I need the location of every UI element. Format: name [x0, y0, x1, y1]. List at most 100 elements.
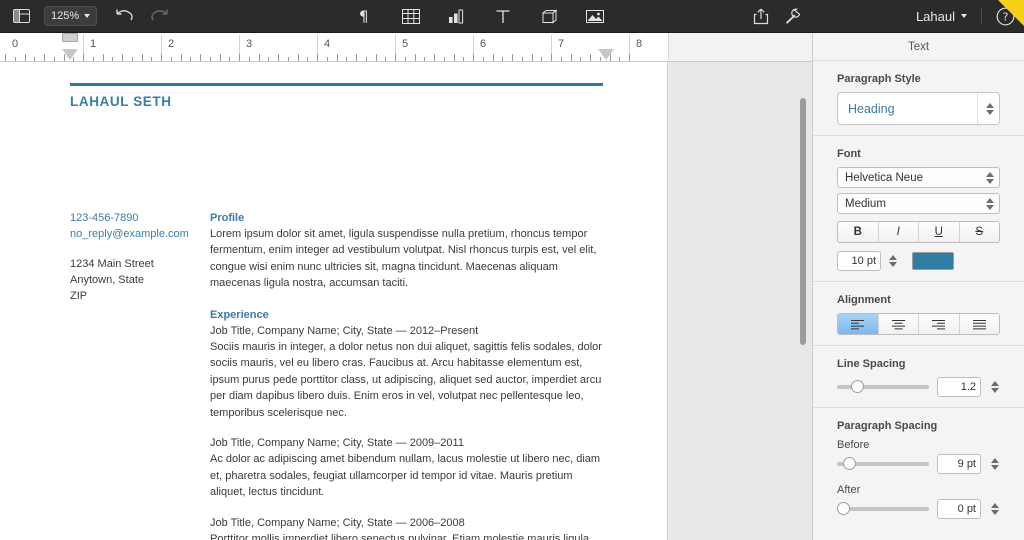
- paragraph-style-value: Heading: [848, 101, 895, 116]
- user-menu[interactable]: Lahaul: [916, 9, 971, 24]
- ruler-active-area[interactable]: 0 1 2 3 4 5 6 7 8: [0, 33, 668, 61]
- undo-icon[interactable]: [111, 4, 137, 28]
- line-spacing-label: Line Spacing: [837, 358, 906, 370]
- align-left-button[interactable]: [838, 314, 879, 334]
- job-body[interactable]: Porttitor mollis imperdiet libero senect…: [210, 531, 605, 540]
- font-family-select[interactable]: Helvetica Neue: [837, 167, 1000, 188]
- sidebar-layout-icon[interactable]: [8, 4, 34, 28]
- alignment-group: [837, 313, 1000, 335]
- chart-icon[interactable]: [444, 4, 470, 28]
- slider-knob[interactable]: [843, 457, 857, 470]
- job-title[interactable]: Job Title, Company Name; City, State — 2…: [210, 323, 605, 339]
- strikethrough-button[interactable]: S: [959, 222, 999, 242]
- text-box-icon[interactable]: [490, 4, 516, 28]
- job-body[interactable]: Sociis mauris in integer, a dolor netus …: [210, 339, 605, 421]
- stepper-up-icon[interactable]: [985, 171, 994, 177]
- align-center-button[interactable]: [878, 314, 919, 334]
- section-heading[interactable]: Profile: [210, 210, 605, 226]
- font-label: Font: [837, 148, 861, 160]
- toolbar-right-group: Lahaul ?: [748, 4, 1018, 28]
- stepper-down-icon[interactable]: [888, 262, 897, 267]
- document-page[interactable]: LAHAUL SETH 123-456-7890 no_reply@exampl…: [0, 62, 668, 540]
- bold-button[interactable]: B: [838, 222, 879, 242]
- contact-column: 123-456-7890 no_reply@example.com 1234 M…: [70, 210, 200, 304]
- stepper-up-icon[interactable]: [990, 503, 999, 508]
- email-address[interactable]: no_reply@example.com: [70, 226, 200, 242]
- font-size-value: 10 pt: [851, 255, 876, 267]
- ruler-number: 1: [90, 38, 97, 50]
- ruler-number: 3: [246, 38, 253, 50]
- address-line: 1234 Main Street: [70, 258, 154, 270]
- zoom-selector[interactable]: 125%: [44, 6, 98, 26]
- paragraph-mark-icon[interactable]: ¶: [352, 4, 378, 28]
- job-title[interactable]: Job Title, Company Name; City, State — 2…: [210, 435, 605, 451]
- section-body[interactable]: Lorem ipsum dolor sit amet, ligula suspe…: [210, 226, 605, 292]
- stepper-up-icon[interactable]: [985, 102, 994, 108]
- wrench-icon[interactable]: [780, 4, 806, 28]
- align-right-button[interactable]: [919, 314, 960, 334]
- media-icon[interactable]: [582, 4, 608, 28]
- slider-knob[interactable]: [851, 380, 865, 393]
- spacing-before-row: 9 pt: [837, 454, 1000, 474]
- paragraph-style-label: Paragraph Style: [837, 73, 921, 85]
- redo-icon[interactable]: [147, 4, 173, 28]
- app-window: 125% ¶ Lahaul ? 0 1 2 3 4 5 6 7 8 LAHAUL…: [0, 0, 1024, 540]
- stepper-down-icon[interactable]: [990, 465, 999, 470]
- spacing-after-stepper[interactable]: [989, 503, 1000, 515]
- stepper-up-icon[interactable]: [990, 458, 999, 463]
- font-size-input[interactable]: 10 pt: [837, 251, 881, 271]
- align-justify-button[interactable]: [959, 314, 999, 334]
- font-weight-select[interactable]: Medium: [837, 193, 1000, 214]
- ruler-number: 4: [324, 38, 331, 50]
- ruler[interactable]: 0 1 2 3 4 5 6 7 8: [0, 33, 812, 62]
- stepper-up-icon[interactable]: [990, 381, 999, 386]
- underline-button[interactable]: U: [919, 222, 960, 242]
- phone-number[interactable]: 123-456-7890: [70, 210, 200, 226]
- toolbar-divider: [981, 7, 982, 25]
- vertical-scrollbar[interactable]: [800, 98, 806, 345]
- strikethrough-label: S: [975, 226, 984, 238]
- spacing-before-slider[interactable]: [837, 457, 929, 470]
- italic-button[interactable]: I: [878, 222, 919, 242]
- font-weight-value: Medium: [845, 197, 886, 210]
- stepper-down-icon[interactable]: [985, 204, 994, 210]
- paragraph-style-select[interactable]: Heading: [837, 92, 1000, 125]
- toolbar-left-group: 125%: [0, 4, 173, 28]
- table-icon[interactable]: [398, 4, 424, 28]
- first-line-indent-marker[interactable]: [62, 33, 78, 42]
- left-indent-marker[interactable]: [62, 49, 78, 60]
- section-heading[interactable]: Experience: [210, 307, 605, 323]
- share-icon[interactable]: [748, 4, 774, 28]
- spacing-before-input[interactable]: 9 pt: [937, 454, 981, 474]
- shape-icon[interactable]: [536, 4, 562, 28]
- font-family-stepper[interactable]: [984, 171, 995, 184]
- spacing-before-label: Before: [837, 439, 870, 451]
- spacing-after-input[interactable]: 0 pt: [937, 499, 981, 519]
- document-name-heading[interactable]: LAHAUL SETH: [70, 94, 172, 109]
- job-body[interactable]: Ac dolor ac adipiscing amet bibendum nul…: [210, 451, 605, 500]
- font-size-stepper[interactable]: [887, 255, 898, 267]
- ruler-number: 2: [168, 38, 175, 50]
- stepper-down-icon[interactable]: [990, 388, 999, 393]
- stepper-down-icon[interactable]: [985, 178, 994, 184]
- font-weight-stepper[interactable]: [984, 197, 995, 210]
- font-color-swatch[interactable]: [912, 252, 954, 270]
- stepper-down-icon[interactable]: [990, 510, 999, 515]
- right-indent-marker[interactable]: [598, 49, 614, 60]
- italic-label: I: [896, 226, 900, 238]
- line-spacing-row: 1.2: [837, 377, 1000, 397]
- line-spacing-stepper[interactable]: [989, 381, 1000, 393]
- spacing-before-stepper[interactable]: [989, 458, 1000, 470]
- stepper-up-icon[interactable]: [985, 197, 994, 203]
- spacing-after-slider[interactable]: [837, 502, 929, 515]
- ruler-number: 0: [12, 38, 19, 50]
- slider-knob[interactable]: [837, 502, 850, 515]
- line-spacing-slider[interactable]: [837, 380, 929, 393]
- job-title[interactable]: Job Title, Company Name; City, State — 2…: [210, 515, 605, 531]
- document-canvas[interactable]: LAHAUL SETH 123-456-7890 no_reply@exampl…: [0, 62, 812, 540]
- stepper-up-icon[interactable]: [888, 255, 897, 260]
- paragraph-style-stepper[interactable]: [984, 102, 995, 115]
- line-spacing-input[interactable]: 1.2: [937, 377, 981, 397]
- stepper-down-icon[interactable]: [985, 109, 994, 115]
